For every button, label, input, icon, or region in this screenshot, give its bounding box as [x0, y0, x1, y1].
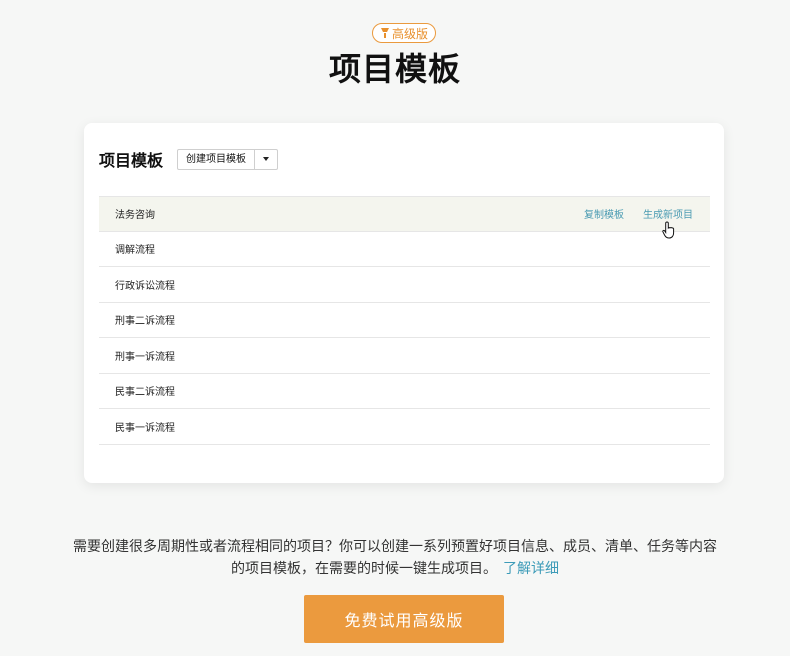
description-text: 需要创建很多周期性或者流程相同的项目？你可以创建一系列预置好项目信息、成员、清单… — [73, 539, 717, 577]
template-row-criminal-first-appeal[interactable]: 刑事一诉流程 — [99, 338, 710, 374]
generate-project-link[interactable]: 生成新项目 — [643, 206, 693, 221]
template-row-administrative-litigation[interactable]: 行政诉讼流程 — [99, 267, 710, 303]
card-header: 项目模板 创建项目模板 — [99, 147, 279, 171]
template-name: 刑事二诉流程 — [115, 316, 175, 328]
chevron-down-icon — [263, 157, 270, 161]
template-name: 调解流程 — [115, 245, 155, 257]
template-card: 项目模板 创建项目模板 法务咨询 复制模板 生成新项目 调解流程 行政诉讼流程 — [84, 123, 724, 483]
create-template-caret[interactable] — [255, 150, 277, 169]
template-row-criminal-second-appeal[interactable]: 刑事二诉流程 — [99, 303, 710, 338]
create-template-dropdown[interactable]: 创建项目模板 — [177, 148, 279, 170]
free-trial-button[interactable]: 免费试用高级版 — [304, 595, 504, 643]
create-template-button[interactable]: 创建项目模板 — [178, 149, 256, 169]
page-title: 项目模板 — [328, 50, 461, 88]
template-name: 法务咨询 — [115, 210, 155, 222]
copy-template-link[interactable]: 复制模板 — [584, 206, 624, 221]
template-name: 行政诉讼流程 — [115, 280, 175, 292]
premium-badge: 高级版 — [372, 23, 436, 43]
template-name: 民事二诉流程 — [115, 387, 175, 399]
template-name: 刑事一诉流程 — [115, 351, 175, 363]
premium-badge-label: 高级版 — [391, 26, 428, 41]
card-title: 项目模板 — [99, 151, 164, 170]
template-row-legal-consulting[interactable]: 法务咨询 复制模板 生成新项目 — [99, 196, 710, 232]
template-actions: 复制模板 生成新项目 — [584, 197, 693, 231]
template-row-civil-second-appeal[interactable]: 民事二诉流程 — [99, 374, 710, 409]
template-promo-page: 高级版 项目模板 项目模板 创建项目模板 法务咨询 复制模板 生成新项目 调解流… — [0, 0, 790, 656]
learn-more-link[interactable]: 了解详细 — [503, 561, 559, 577]
description: 需要创建很多周期性或者流程相同的项目？你可以创建一系列预置好项目信息、成员、清单… — [70, 536, 720, 580]
template-list: 法务咨询 复制模板 生成新项目 调解流程 行政诉讼流程 刑事二诉流程 刑事一诉流… — [99, 196, 710, 445]
premium-icon — [380, 28, 389, 38]
template-row-civil-first-appeal[interactable]: 民事一诉流程 — [99, 409, 710, 445]
hand-pointer-icon — [662, 221, 675, 239]
template-name: 民事一诉流程 — [115, 422, 175, 434]
template-row-mediation[interactable]: 调解流程 — [99, 232, 710, 267]
